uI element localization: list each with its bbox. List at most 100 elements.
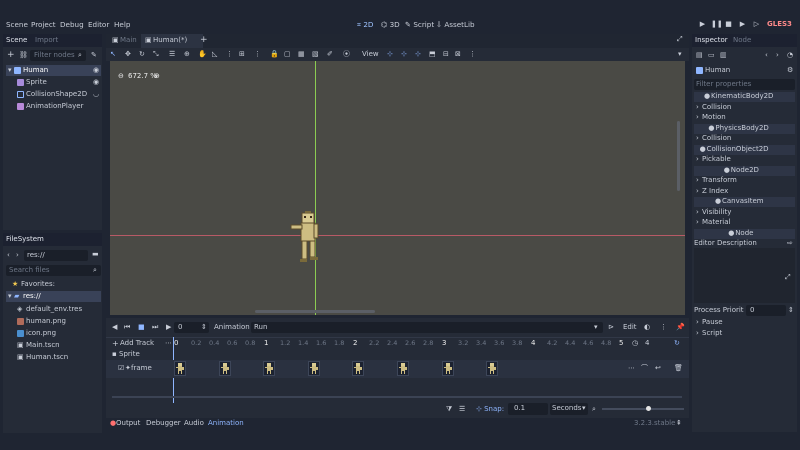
pause-icon[interactable]: ❚❚ — [711, 20, 723, 29]
keyframe[interactable] — [174, 361, 186, 376]
property-section[interactable]: › Material — [694, 218, 795, 228]
zoom-in-icon[interactable]: ⊕ — [154, 73, 160, 80]
tab-main[interactable]: Main — [120, 37, 137, 44]
back-arrow-icon[interactable]: ‹ — [7, 252, 10, 259]
loop-icon[interactable]: ↻ — [674, 340, 680, 347]
delete-track-icon[interactable]: 🗑 — [674, 365, 683, 372]
collapse-icon[interactable]: ▾ — [678, 51, 682, 58]
script-attach-icon[interactable]: ✎ — [91, 52, 97, 59]
lock-icon[interactable]: 🔒 — [270, 51, 279, 58]
tab-human[interactable]: ▣ Human(*) — [141, 34, 203, 48]
tab-node[interactable]: Node — [733, 37, 751, 44]
class-header[interactable]: ● CanvasItem — [694, 197, 795, 207]
folder-res-root[interactable]: ▾ ▰ res:// — [6, 291, 101, 302]
tree-item-sprite[interactable]: Sprite ◉ — [6, 77, 101, 88]
zoom-level[interactable]: 672.7 % — [128, 73, 157, 80]
keyframe[interactable] — [397, 361, 409, 376]
rotate-tool-icon[interactable]: ↻ — [139, 51, 145, 58]
time-spinbox[interactable]: 0 ⇕ — [174, 322, 209, 333]
list-select-icon[interactable]: ☰ — [169, 51, 175, 58]
vertical-scrollbar[interactable] — [677, 121, 680, 191]
stop-icon[interactable]: ■ — [724, 20, 733, 29]
track-enable-checkbox[interactable]: ☑ — [118, 365, 124, 372]
visibility-eye-icon[interactable]: ◉ — [93, 79, 99, 86]
tree-item-collisionshape2d[interactable]: CollisionShape2D ◡ — [6, 89, 101, 100]
timeline-scrollbar[interactable] — [112, 396, 682, 398]
update-mode-icon[interactable]: ⋯ — [628, 365, 635, 372]
keyframe[interactable] — [441, 361, 454, 376]
move-tool-icon[interactable]: ✥ — [125, 51, 131, 58]
keyframe-options-icon[interactable]: ⊟ — [443, 51, 449, 58]
workspace-assetlib[interactable]: ⇩ AssetLib — [436, 21, 475, 28]
history-back-icon[interactable]: ‹ — [765, 52, 768, 59]
menu-help[interactable]: Help — [114, 21, 130, 28]
tree-item-human[interactable]: ▾ Human ◉ — [6, 65, 101, 76]
autoplay-icon[interactable]: ⊳ — [608, 324, 614, 331]
snap-step-input[interactable]: 0.1 — [508, 403, 548, 415]
pivot-tool-icon[interactable]: ⊕ — [184, 51, 190, 58]
animation-select[interactable]: Run ▾ — [251, 322, 603, 333]
interpolation-icon[interactable]: ⌒ — [641, 365, 648, 372]
workspace-script[interactable]: ✎ Script — [405, 21, 434, 28]
edit-button[interactable]: Edit — [623, 324, 637, 331]
onion-options-icon[interactable]: ⋮ — [660, 324, 667, 331]
insert-key-icon[interactable]: ⬒ — [429, 51, 436, 58]
pin-icon[interactable]: 📌 — [676, 324, 685, 331]
timeline-ruler[interactable]: 0 0.2 0.4 0.6 0.8 1 1.2 1.4 1.6 1.8 2 2.… — [173, 337, 625, 349]
forward-arrow-icon[interactable]: › — [16, 252, 19, 259]
onion-skin-icon[interactable]: ◐ — [644, 324, 650, 331]
tab-debugger[interactable]: Debugger — [146, 420, 181, 427]
visibility-eye-icon[interactable]: ◉ — [93, 67, 99, 74]
history-icon[interactable]: ◔ — [787, 52, 793, 59]
stop-icon[interactable]: ■ — [138, 324, 145, 331]
expand-icon[interactable]: ⤢ — [785, 274, 791, 281]
filter-icon[interactable]: ⧩ — [446, 406, 452, 413]
play-backwards-icon[interactable]: ◀ — [112, 324, 117, 331]
grid-snap-icon[interactable]: ⊞ — [239, 51, 245, 58]
file-item[interactable]: icon.png — [6, 328, 101, 339]
history-forward-icon[interactable]: › — [776, 52, 779, 59]
more-options-icon[interactable]: ⋮ — [469, 51, 476, 58]
snap-label[interactable]: ⊹ Snap: — [476, 406, 504, 413]
keyframe[interactable] — [486, 361, 499, 376]
class-header[interactable]: ● PhysicsBody2D — [694, 123, 795, 134]
file-item[interactable]: ▣ Main.tscn — [6, 340, 101, 351]
path-field[interactable]: res:// — [24, 250, 88, 261]
keyframe[interactable] — [307, 361, 320, 376]
pin-panel-icon[interactable]: ⇞ — [676, 420, 682, 427]
unlock-icon[interactable]: ▢ — [284, 51, 291, 58]
open-resource-icon[interactable]: ▭ — [708, 52, 715, 59]
ungroup-icon[interactable]: ▧ — [312, 51, 319, 58]
group-icon[interactable]: ▦ — [298, 51, 305, 58]
tab-scene[interactable]: Scene — [6, 37, 27, 44]
keyframe[interactable] — [263, 361, 276, 376]
file-item[interactable]: human.png — [6, 316, 101, 327]
play-icon[interactable]: ▶ — [166, 324, 171, 331]
play-from-start-icon[interactable]: ⏭ — [152, 324, 158, 331]
scale-tool-icon[interactable]: ⤡ — [153, 51, 159, 58]
workspace-2d[interactable]: ⌗ 2D — [357, 21, 373, 28]
save-resource-icon[interactable]: ▥ — [720, 52, 727, 59]
camera-override-icon[interactable]: ⦿ — [343, 51, 350, 58]
clear-pose-icon[interactable]: ⊠ — [455, 51, 461, 58]
class-header[interactable]: ● Node2D — [694, 165, 795, 176]
human-sprite[interactable] — [290, 211, 326, 267]
animation-menu[interactable]: Animation — [214, 324, 250, 331]
add-node-icon[interactable]: + — [7, 51, 15, 60]
property-section[interactable]: › Visibility — [694, 208, 795, 218]
keyframe[interactable] — [352, 361, 365, 376]
view-menu[interactable]: View — [362, 51, 379, 58]
animation-length[interactable]: 4 — [645, 340, 649, 347]
add-track-button[interactable]: Add Track — [120, 340, 154, 347]
property-section[interactable]: › Motion — [694, 113, 795, 123]
search-files-input[interactable]: Search files ⌕ — [6, 265, 101, 276]
editor-description-field[interactable]: ⤢ — [694, 248, 795, 303]
property-section[interactable]: › Z Index — [694, 187, 795, 197]
file-item[interactable]: ◈ default_env.tres — [6, 304, 101, 315]
object-menu-icon[interactable]: ⚙ — [787, 67, 793, 74]
process-priority-input[interactable]: 0 — [746, 305, 786, 316]
distraction-free-icon[interactable]: ⤢ — [677, 36, 683, 43]
favorites-label[interactable]: Favorites: — [21, 281, 55, 288]
menu-project[interactable]: Project — [31, 21, 56, 28]
zoom-out-icon[interactable]: ⊖ — [118, 73, 124, 80]
